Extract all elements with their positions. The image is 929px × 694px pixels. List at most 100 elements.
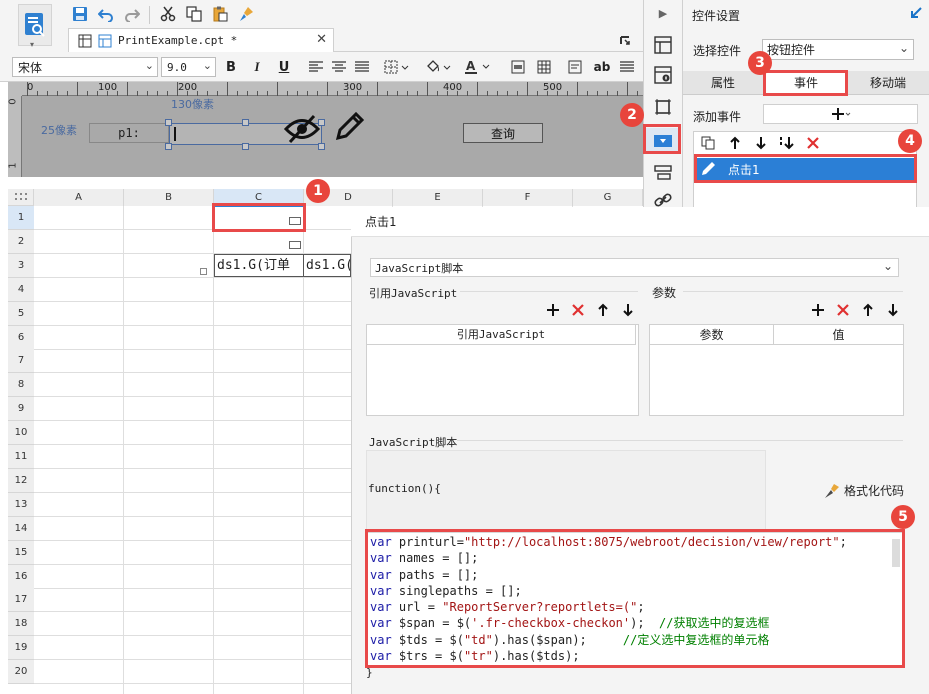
row-header[interactable]: 9 <box>8 397 34 422</box>
select-all-corner[interactable] <box>8 189 34 206</box>
row-header[interactable]: 17 <box>8 588 34 613</box>
logo-dropdown-arrow[interactable]: ▾ <box>30 40 34 49</box>
close-tab-icon[interactable]: ✕ <box>316 32 327 47</box>
select-control-dropdown[interactable]: 按钮控件 ⌄ <box>762 39 914 60</box>
font-size-select[interactable]: 9.0 ⌄ <box>161 57 216 77</box>
align-right-button[interactable] <box>353 58 371 76</box>
event-item-click1[interactable]: 点击1 <box>697 158 915 180</box>
row-header[interactable]: 19 <box>8 636 34 661</box>
code-editor[interactable]: var printurl="http://localhost:8075/webr… <box>366 532 903 666</box>
script-type-select[interactable]: JavaScript脚本 ⌄ <box>370 258 899 277</box>
fill-color-button[interactable] <box>423 58 455 76</box>
row-header[interactable]: 20 <box>8 660 34 685</box>
move-up-param-button[interactable] <box>860 302 876 318</box>
row-header[interactable]: 11 <box>8 445 34 469</box>
redo-button[interactable] <box>122 4 142 24</box>
move-down-param-button[interactable] <box>885 302 901 318</box>
italic-button[interactable]: I <box>248 58 266 76</box>
selection-handle[interactable] <box>165 143 172 150</box>
row-header[interactable]: 14 <box>8 516 34 541</box>
row-header[interactable]: 12 <box>8 468 34 493</box>
save-button[interactable] <box>70 4 90 24</box>
tab-events[interactable]: 事件 <box>765 71 847 95</box>
row-header[interactable]: 4 <box>8 277 34 302</box>
row-header[interactable]: 5 <box>8 301 34 326</box>
text-style-button[interactable]: ab <box>592 58 612 76</box>
query-button-widget[interactable]: 查询 <box>463 123 543 143</box>
undo-button[interactable] <box>96 4 116 24</box>
pin-panel-button[interactable] <box>908 6 924 20</box>
column-header[interactable]: E <box>393 189 483 206</box>
row-header[interactable]: 3 <box>8 253 34 278</box>
delete-param-button[interactable] <box>835 302 851 318</box>
param-label-widget[interactable]: p1: <box>89 123 169 143</box>
move-down-event-button[interactable] <box>752 135 770 151</box>
delete-ref-js-button[interactable] <box>570 302 586 318</box>
move-up-ref-js-button[interactable] <box>595 302 611 318</box>
code-scrollbar[interactable] <box>892 539 900 567</box>
cell-element-button[interactable] <box>651 64 675 86</box>
widget-settings-button[interactable] <box>646 128 680 154</box>
font-name-select[interactable]: 宋体 ⌄ <box>12 57 158 77</box>
add-ref-js-button[interactable] <box>545 302 561 318</box>
delete-event-button[interactable] <box>804 135 822 151</box>
edit-pencil-icon[interactable] <box>334 112 366 142</box>
move-down-ref-js-button[interactable] <box>620 302 636 318</box>
document-tab[interactable]: PrintExample.cpt * ✕ <box>68 28 334 52</box>
eye-slash-icon[interactable] <box>284 114 320 144</box>
cell-d3[interactable]: ds1.G( <box>304 254 351 277</box>
cut-button[interactable] <box>158 4 178 24</box>
border-button[interactable] <box>382 58 412 76</box>
copy-button[interactable] <box>184 4 204 24</box>
selection-handle[interactable] <box>165 119 172 126</box>
underline-button[interactable]: U <box>275 58 293 76</box>
move-up-event-button[interactable] <box>726 135 744 151</box>
wrap-text-button[interactable] <box>566 58 584 76</box>
tab-menu-button[interactable] <box>616 32 634 48</box>
row-header[interactable]: 13 <box>8 492 34 517</box>
column-header[interactable]: B <box>124 189 214 206</box>
column-header[interactable]: A <box>34 189 124 206</box>
row-header[interactable]: 1 <box>8 206 34 230</box>
cell-attr-button[interactable] <box>651 34 675 56</box>
format-code-button[interactable]: 格式化代码 <box>823 482 904 499</box>
selection-handle[interactable] <box>242 143 249 150</box>
button-widget-cell-marker[interactable] <box>289 241 301 249</box>
cell-c1-selected[interactable] <box>214 206 304 230</box>
format-painter-button[interactable] <box>236 4 256 24</box>
menu-icon <box>620 61 634 72</box>
row-header[interactable]: 15 <box>8 540 34 565</box>
bold-button[interactable]: B <box>222 58 240 76</box>
row-header[interactable]: 18 <box>8 612 34 637</box>
hyperlink-button[interactable] <box>651 192 675 208</box>
row-header[interactable]: 7 <box>8 349 34 374</box>
condition-attr-button[interactable] <box>651 162 675 184</box>
paste-button[interactable] <box>210 4 230 24</box>
template-logo-button[interactable] <box>18 4 52 46</box>
tab-properties[interactable]: 属性 <box>683 71 763 95</box>
selection-handle[interactable] <box>318 143 325 150</box>
move-bottom-event-button[interactable] <box>778 135 796 151</box>
row-header[interactable]: 16 <box>8 564 34 589</box>
font-color-button[interactable]: A <box>462 58 494 76</box>
more-menu-button[interactable] <box>618 58 636 76</box>
align-center-button[interactable] <box>330 58 348 76</box>
align-left-button[interactable] <box>307 58 325 76</box>
row-header[interactable]: 2 <box>8 229 34 254</box>
unmerge-cells-button[interactable] <box>535 58 553 76</box>
column-header[interactable]: F <box>483 189 573 206</box>
column-header[interactable]: C <box>214 189 304 206</box>
cell-c3[interactable]: ds1.G(订单 <box>214 254 304 277</box>
copy-event-button[interactable] <box>699 135 717 151</box>
add-event-button[interactable] <box>763 104 918 124</box>
row-header[interactable]: 8 <box>8 373 34 398</box>
merge-cells-button[interactable] <box>509 58 527 76</box>
row-header[interactable]: 10 <box>8 421 34 446</box>
collapse-panel-button[interactable]: ▶ <box>656 6 670 20</box>
selection-handle[interactable] <box>242 119 249 126</box>
add-param-button[interactable] <box>810 302 826 318</box>
column-header[interactable]: G <box>573 189 643 206</box>
tab-mobile[interactable]: 移动端 <box>847 71 929 95</box>
row-header[interactable]: 6 <box>8 325 34 350</box>
float-element-button[interactable] <box>651 96 675 118</box>
